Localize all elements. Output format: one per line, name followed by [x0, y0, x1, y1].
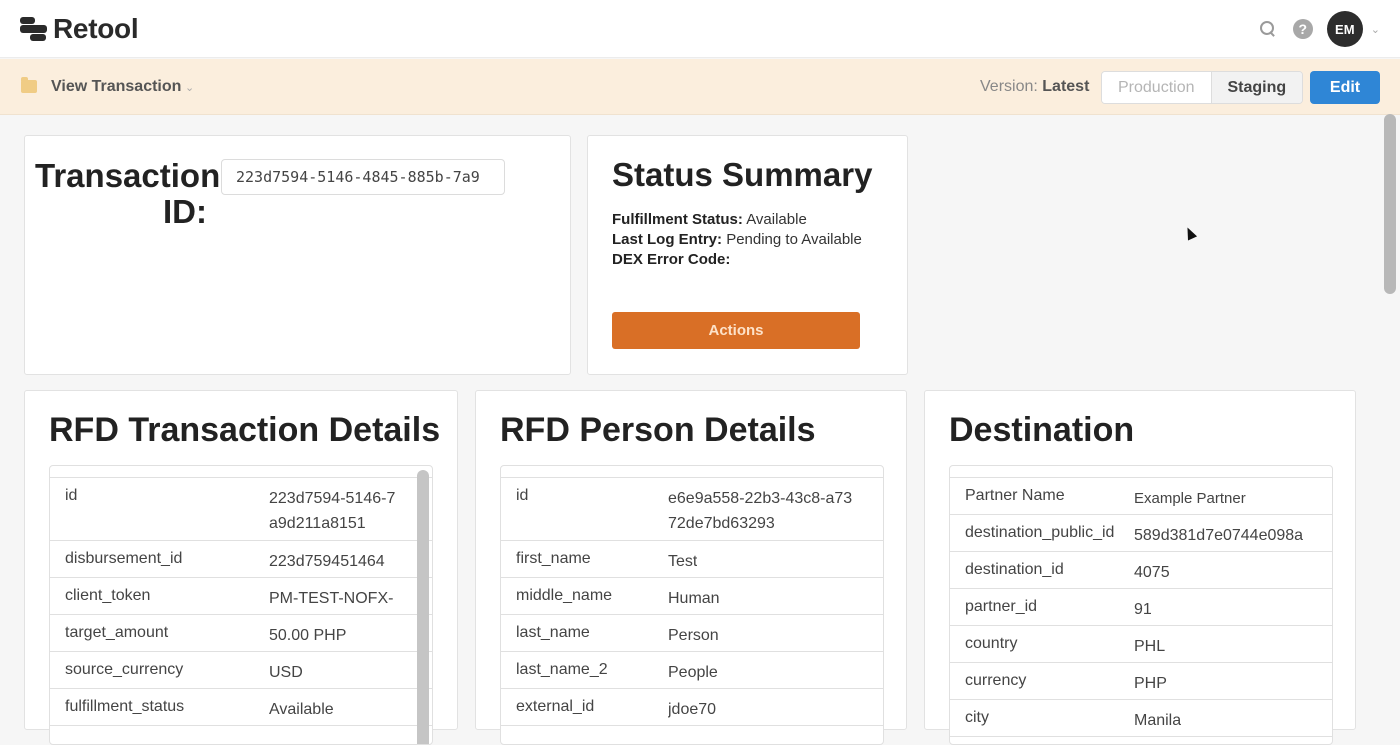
table-row: client_tokenPM-TEST-NOFX-1: [50, 578, 432, 615]
table-row: city Manila: [950, 700, 1332, 737]
transaction-id-input[interactable]: 223d7594-5146-4845-885b-7a9: [221, 159, 505, 195]
app-bar: View Transaction ⌄ Version: Latest Produ…: [0, 59, 1400, 115]
search-icon[interactable]: [1257, 18, 1279, 40]
fulfillment-status: Fulfillment Status: Available: [612, 211, 807, 228]
table-row: source_currency USD: [50, 652, 432, 689]
version-label: Version: Latest: [980, 78, 1090, 95]
table-row: Partner Name Example Partner: [950, 478, 1332, 515]
rfd-transaction-card: RFD Transaction Details id 223d7594-5146-…: [24, 390, 458, 745]
mouse-cursor-icon: [1182, 225, 1198, 241]
help-icon[interactable]: ?: [1292, 19, 1313, 39]
version-value: Latest: [1042, 78, 1090, 95]
table-row: currency PHP: [950, 663, 1332, 700]
rfd-transaction-title: RFD Transaction Details: [49, 411, 441, 449]
edit-button[interactable]: Edit: [1310, 71, 1380, 104]
chevron-down-icon[interactable]: ⌄: [185, 81, 194, 94]
last-log-entry: Last Log Entry: Pending to Available: [612, 231, 862, 248]
destination-table: Partner Name Example Partner destination_…: [949, 465, 1333, 745]
rfd-person-title: RFD Person Details: [500, 411, 816, 449]
table-row: country PHL: [950, 626, 1332, 663]
table-row: partner_id 91: [950, 589, 1332, 626]
table-row: external_id jdoe70: [501, 689, 883, 726]
table-scrollbar[interactable]: [417, 470, 429, 744]
destination-card: Destination Partner Name Example Partner …: [924, 390, 1356, 745]
logo-text: Retool: [53, 13, 139, 44]
table-row: id 223d7594-5146-7a9d211a8151: [50, 478, 432, 541]
retool-logo[interactable]: Retool: [20, 13, 139, 45]
chevron-down-icon[interactable]: ⌄: [1371, 23, 1380, 36]
table-row: destination_id 4075: [950, 552, 1332, 589]
table-row: disbursement_id 223d759451464: [50, 541, 432, 578]
status-summary-title: Status Summary: [612, 156, 873, 193]
table-row: fulfillment_status Available: [50, 689, 432, 726]
app-name-dropdown[interactable]: View Transaction: [51, 78, 181, 96]
table-row: target_amount 50.00 PHP: [50, 615, 432, 652]
page-scrollbar[interactable]: [1384, 114, 1396, 294]
destination-title: Destination: [949, 411, 1135, 449]
environment-toggle: Production Staging: [1101, 71, 1304, 104]
env-staging-button[interactable]: Staging: [1210, 72, 1303, 103]
retool-logo-icon: [20, 16, 47, 42]
env-production-button[interactable]: Production: [1102, 72, 1211, 103]
top-bar: Retool ? EM ⌄: [0, 0, 1400, 58]
table-row: destination_public_id 589d381d7e0744e098a: [950, 515, 1332, 552]
table-row: last_name_2 People: [501, 652, 883, 689]
table-row: last_name Person: [501, 615, 883, 652]
dex-error-code: DEX Error Code:: [612, 251, 731, 268]
user-avatar[interactable]: EM: [1326, 11, 1363, 47]
status-summary-card: Status Summary Fulfillment Status: Avail…: [587, 135, 908, 375]
transaction-id-label: Transaction ID:: [35, 157, 221, 230]
transaction-id-card: Transaction ID: 223d7594-5146-4845-885b-…: [24, 135, 571, 375]
rfd-person-table: id e6e9a558-22b3-43c8-a73 72de7bd63293 fir…: [500, 465, 884, 745]
actions-button[interactable]: Actions: [612, 312, 860, 349]
table-row: first_name Test: [501, 541, 883, 578]
table-row: id e6e9a558-22b3-43c8-a73 72de7bd63293: [501, 478, 883, 541]
rfd-transaction-table: id 223d7594-5146-7a9d211a8151 disbursemen…: [49, 465, 433, 745]
table-row: middle_name Human: [501, 578, 883, 615]
folder-icon: [21, 77, 37, 93]
rfd-person-card: RFD Person Details id e6e9a558-22b3-43c8-…: [475, 390, 907, 745]
